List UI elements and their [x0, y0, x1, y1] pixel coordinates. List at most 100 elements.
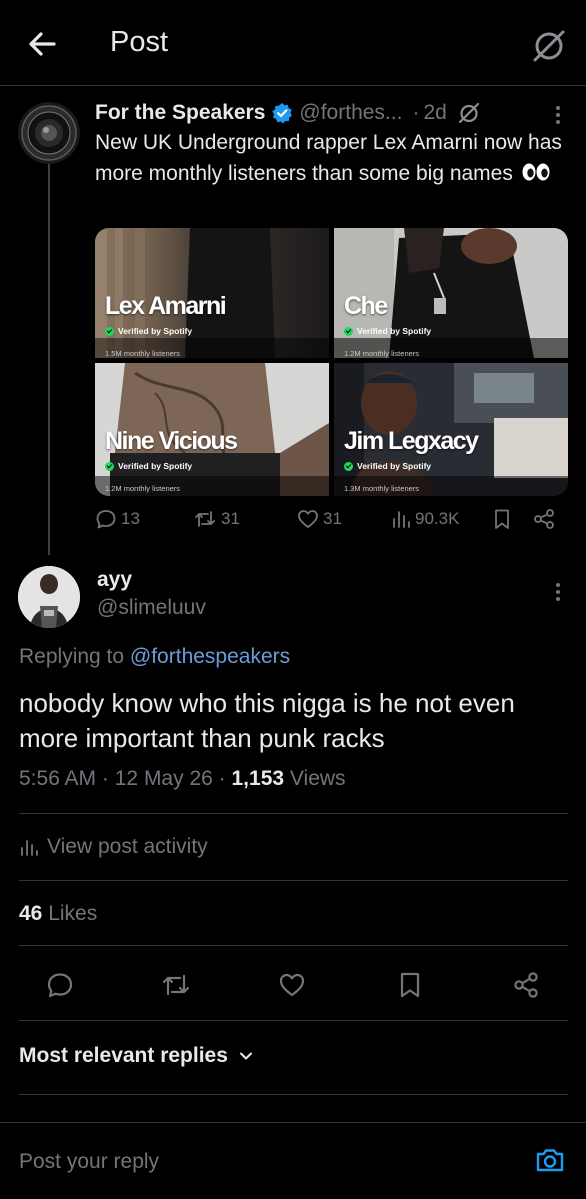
grok-icon[interactable] — [457, 101, 481, 125]
artist-name: Jim Legxacy — [344, 427, 479, 455]
spotify-verified-label: Verified by Spotify — [344, 461, 431, 471]
chevron-down-icon — [239, 1052, 252, 1060]
check-icon — [344, 461, 353, 471]
author-name[interactable]: For the Speakers — [95, 101, 265, 125]
post-actions — [0, 965, 586, 1005]
author-handle[interactable]: @forthes... — [299, 101, 402, 125]
bookmark-button[interactable] — [390, 965, 430, 1005]
tweet-header: For the Speakers @forthes... · 2d — [95, 99, 481, 127]
media-image[interactable]: Che Verified by Spotify 1.2M monthly lis… — [334, 228, 568, 358]
share-button[interactable] — [533, 508, 559, 530]
like-button[interactable] — [272, 965, 312, 1005]
media-image[interactable]: Jim Legxacy Verified by Spotify 1.3M mon… — [334, 363, 568, 496]
more-options-button[interactable] — [548, 580, 568, 604]
divider — [19, 1020, 568, 1021]
bookmark-icon — [400, 972, 420, 998]
separator-dot: · — [101, 767, 109, 790]
arrow-left-icon — [29, 32, 56, 56]
sort-label: Most relevant replies — [19, 1044, 228, 1067]
reply-button[interactable]: 13 — [95, 508, 140, 530]
more-options-button[interactable] — [548, 103, 568, 127]
eyes-emoji-icon — [522, 163, 550, 180]
likes-count-link[interactable]: 46 Likes — [19, 902, 97, 926]
share-button[interactable] — [506, 965, 546, 1005]
author-handle[interactable]: @slimeluuv — [97, 596, 206, 620]
replying-handle-link[interactable]: @forthespeakers — [130, 645, 290, 668]
repost-button[interactable]: 31 — [193, 508, 240, 530]
tweet-actions: 13 31 31 90.3K — [95, 508, 565, 536]
heart-icon — [279, 973, 305, 997]
listeners-count: 1.5M monthly listeners — [105, 349, 181, 358]
back-button[interactable] — [26, 27, 60, 61]
camera-button[interactable] — [534, 1144, 566, 1176]
artist-name: Che — [344, 292, 388, 320]
avatar[interactable] — [18, 102, 80, 164]
tweet-text: New UK Underground rapper Lex Amarni now… — [95, 131, 562, 185]
check-icon — [105, 461, 114, 471]
listeners-count: 1.2M monthly listeners — [344, 349, 420, 358]
post-meta: 5:56 AM · 12 May 26 · 1,153 Views — [19, 767, 346, 791]
avatar[interactable] — [18, 566, 80, 628]
heart-icon — [298, 510, 318, 528]
bookmark-button[interactable] — [492, 508, 516, 530]
view-activity-label: View post activity — [47, 835, 208, 858]
replying-to: Replying to @forthespeakers — [19, 645, 290, 669]
views-chart-icon — [21, 840, 38, 856]
spotify-verified-label: Verified by Spotify — [344, 326, 431, 336]
spotify-verified-label: Verified by Spotify — [105, 461, 192, 471]
bookmark-icon — [495, 509, 509, 529]
views-label: Views — [289, 767, 346, 790]
repost-icon — [195, 511, 215, 527]
grok-icon — [533, 30, 565, 62]
reply-input[interactable] — [19, 1146, 499, 1178]
check-icon — [105, 326, 114, 336]
spotify-verified-label: Verified by Spotify — [105, 326, 192, 336]
post-text: nobody know who this nigga is he not eve… — [19, 688, 515, 753]
profile-photo — [18, 566, 80, 628]
artist-name: Nine Vicious — [105, 427, 238, 455]
artist-name: Lex Amarni — [105, 292, 227, 320]
top-bar: Post — [0, 0, 586, 86]
likes-count: 46 — [19, 902, 43, 925]
views-button[interactable]: 90.3K — [391, 508, 459, 530]
like-button[interactable]: 31 — [297, 508, 342, 530]
grok-button[interactable] — [530, 26, 568, 64]
listeners-count: 1.2M monthly listeners — [105, 484, 181, 493]
likes-label: Likes — [48, 902, 98, 925]
camera-icon — [536, 1149, 564, 1172]
view-count: 90.3K — [415, 509, 460, 528]
reply-button[interactable] — [40, 965, 80, 1005]
author-name[interactable]: ayy — [97, 568, 132, 592]
tweet-time[interactable]: 2d — [423, 101, 446, 125]
comment-icon — [96, 510, 116, 529]
divider — [19, 1094, 568, 1095]
comment-icon — [47, 973, 73, 998]
post-time: 5:56 AM — [19, 767, 97, 790]
repost-count: 31 — [221, 509, 240, 528]
share-icon — [514, 972, 538, 998]
divider — [19, 813, 568, 814]
compose-divider — [0, 1122, 586, 1123]
reply-count: 13 — [121, 509, 140, 528]
repost-icon — [162, 974, 190, 996]
media-image[interactable]: Nine Vicious Verified by Spotify 1.2M mo… — [95, 363, 329, 496]
sort-replies-dropdown[interactable]: Most relevant replies — [19, 1044, 254, 1068]
views-count: 1,153 — [231, 767, 285, 790]
more-vertical-icon — [556, 106, 560, 124]
media-image[interactable]: Lex Amarni Verified by Spotify 1.5M mont… — [95, 228, 329, 358]
replying-prefix: Replying to — [19, 645, 125, 668]
post-date: 12 May 26 — [114, 767, 213, 790]
page-title: Post — [110, 26, 169, 58]
separator-dot: · — [412, 101, 420, 124]
repost-button[interactable] — [156, 965, 196, 1005]
view-post-activity-link[interactable]: View post activity — [19, 835, 208, 859]
check-icon — [344, 326, 353, 336]
listeners-count: 1.3M monthly listeners — [344, 484, 420, 493]
share-icon — [534, 509, 554, 529]
divider — [19, 945, 568, 946]
media-grid[interactable]: Lex Amarni Verified by Spotify 1.5M mont… — [95, 228, 568, 496]
thread-line — [48, 160, 50, 555]
more-vertical-icon — [556, 583, 560, 601]
divider — [19, 880, 568, 881]
views-chart-icon — [393, 511, 410, 528]
